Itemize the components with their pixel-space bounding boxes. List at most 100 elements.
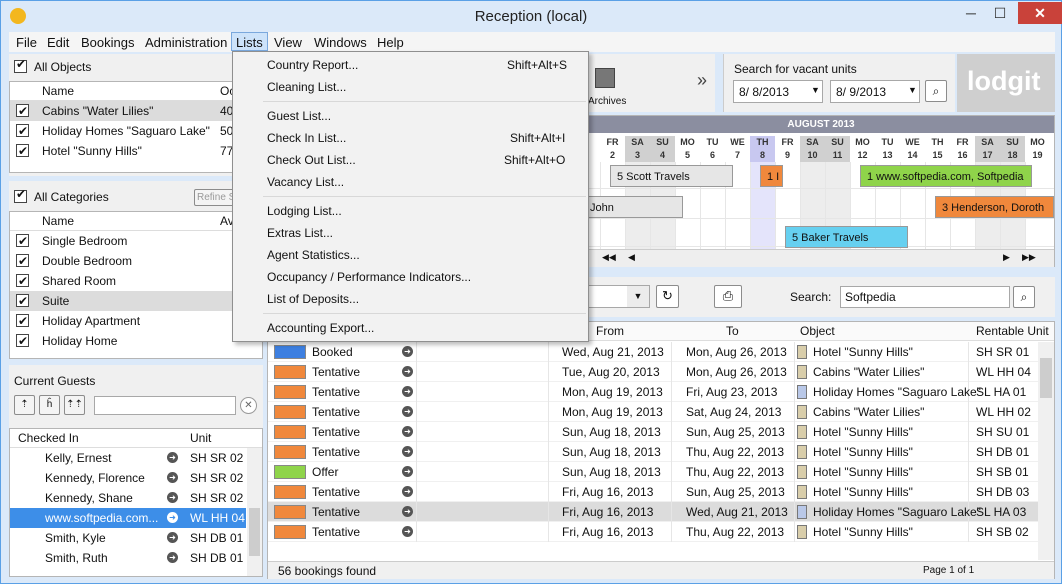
category-checkbox[interactable] (16, 331, 29, 351)
scrollbar-thumb[interactable] (1040, 358, 1052, 398)
vacancy-to-date[interactable]: 8/ 9/2013 (830, 80, 920, 103)
calendar-booking-bar[interactable]: 3 Henderson, Doroth (935, 196, 1054, 218)
vacancy-from-date[interactable]: 8/ 8/2013 (733, 80, 823, 103)
menu-view[interactable]: View (274, 33, 302, 52)
archives-icon[interactable] (595, 68, 615, 88)
booking-row[interactable]: Tentative ➜ Mon, Aug 19, 2013 Fri, Aug 23, … (268, 382, 1038, 402)
object-checkbox[interactable] (16, 101, 29, 121)
guest-row[interactable]: Smith, Ruth ➜ SH DB 01 (10, 548, 246, 568)
bookings-scrollbar[interactable] (1038, 342, 1054, 560)
guest-search-input[interactable] (94, 396, 236, 415)
menu-occupancy-indicators[interactable]: Occupancy / Performance Indicators... (267, 267, 471, 287)
booking-row[interactable]: Tentative ➜ Fri, Aug 16, 2013 Thu, Aug 22, … (268, 522, 1038, 542)
guest-row[interactable]: www.softpedia.com... ➜ WL HH 04 (10, 508, 246, 528)
object-checkbox[interactable] (16, 121, 29, 141)
object-row[interactable]: Cabins "Water Lilies" 40 (10, 101, 262, 121)
menu-accounting-export[interactable]: Accounting Export... (267, 318, 374, 338)
search-icon[interactable]: ⌕ (1013, 286, 1035, 308)
booking-row[interactable]: Offer ➜ Sun, Aug 18, 2013 Thu, Aug 22, 2013… (268, 462, 1038, 482)
menu-file[interactable]: File (16, 33, 37, 52)
minimize-button[interactable]: ─ (956, 2, 986, 24)
chevron-down-icon[interactable]: ▼ (627, 286, 649, 307)
arrow-right-icon[interactable]: ➜ (167, 532, 178, 543)
arrow-right-icon[interactable]: ➜ (402, 506, 413, 517)
all-objects-checkbox[interactable] (14, 57, 27, 73)
calendar-booking-bar[interactable]: John (583, 196, 683, 218)
booking-row[interactable]: Tentative ➜ Mon, Aug 19, 2013 Sat, Aug 24, … (268, 402, 1038, 422)
filter-dropdown[interactable]: ▼ (587, 285, 650, 308)
archives-label[interactable]: Archives (588, 96, 626, 107)
more-toolbar-icon[interactable]: » (697, 70, 707, 91)
chevron-down-icon[interactable]: ▼ (908, 85, 917, 95)
arrow-right-icon[interactable]: ➜ (167, 492, 178, 503)
menu-lodging-list[interactable]: Lodging List... (267, 201, 342, 221)
all-categories-checkbox[interactable] (14, 187, 27, 203)
arrow-right-icon[interactable]: ➜ (402, 446, 413, 457)
arrow-right-icon[interactable]: ➜ (167, 512, 178, 523)
calendar-booking-bar[interactable]: 5 Baker Travels (785, 226, 908, 248)
calendar-booking-bar[interactable]: 1 I (760, 165, 783, 187)
category-checkbox[interactable] (16, 291, 29, 311)
arrow-right-icon[interactable]: ➜ (402, 366, 413, 377)
vacancy-search-button[interactable]: ⌕ (925, 80, 947, 102)
booking-row[interactable]: Tentative ➜ Tue, Aug 20, 2013 Mon, Aug 26, … (268, 362, 1038, 382)
clear-search-icon[interactable]: ✕ (240, 397, 257, 414)
object-checkbox[interactable] (16, 141, 29, 161)
object-row[interactable]: Holiday Homes "Saguaro Lake" 50 (10, 121, 262, 141)
checked-in-header[interactable]: Checked In (18, 429, 79, 448)
arrow-right-icon[interactable]: ➜ (167, 472, 178, 483)
arrow-right-icon[interactable]: ➜ (167, 552, 178, 563)
menu-agent-statistics[interactable]: Agent Statistics... (267, 245, 360, 265)
scrollbar-thumb[interactable] (249, 508, 260, 556)
menu-windows[interactable]: Windows (314, 33, 367, 52)
arrow-right-icon[interactable]: ➜ (402, 386, 413, 397)
arrow-right-icon[interactable]: ➜ (402, 426, 413, 437)
refresh-icon[interactable]: ↻ (656, 285, 679, 308)
category-checkbox[interactable] (16, 251, 29, 271)
category-row[interactable]: Suite (10, 291, 262, 311)
menu-administration[interactable]: Administration (145, 33, 227, 52)
booking-row[interactable]: Tentative ➜ Fri, Aug 16, 2013 Wed, Aug 21, … (268, 502, 1038, 522)
menu-cleaning-list[interactable]: Cleaning List... (267, 77, 346, 97)
category-row[interactable]: Double Bedroom (10, 251, 262, 271)
from-header[interactable]: From (596, 322, 624, 341)
menu-lists[interactable]: Lists (231, 32, 268, 51)
guest-row[interactable]: Kennedy, Shane ➜ SH SR 02 (10, 488, 246, 508)
menu-extras-list[interactable]: Extras List... (267, 223, 333, 243)
category-row[interactable]: Holiday Apartment (10, 311, 262, 331)
scroll-right-double-icon[interactable]: ▶▶ (1022, 252, 1036, 263)
guest-row[interactable]: Smith, Kyle ➜ SH DB 01 (10, 528, 246, 548)
arrow-right-icon[interactable]: ➜ (402, 466, 413, 477)
arrow-right-icon[interactable]: ➜ (402, 346, 413, 357)
unit-header[interactable]: Unit (190, 429, 211, 448)
arrow-right-icon[interactable]: ➜ (402, 406, 413, 417)
menu-bookings[interactable]: Bookings (81, 33, 134, 52)
menu-country-report[interactable]: Country Report... (267, 55, 358, 75)
menu-edit[interactable]: Edit (47, 33, 69, 52)
category-row[interactable]: Shared Room (10, 271, 262, 291)
to-header[interactable]: To (726, 322, 739, 341)
objects-name-header[interactable]: Name (42, 82, 74, 101)
category-checkbox[interactable] (16, 311, 29, 331)
calendar-scrollbar[interactable]: ◀◀ ◀ ▶ ▶▶ (588, 249, 1054, 267)
categories-name-header[interactable]: Name (42, 212, 74, 231)
menu-vacancy-list[interactable]: Vacancy List... (267, 172, 344, 192)
guest-info-icon[interactable]: ĥ (39, 395, 60, 415)
calendar-booking-bar[interactable]: 5 Scott Travels (610, 165, 733, 187)
group-check-in-icon[interactable]: ⇡⇡ (64, 395, 85, 415)
chevron-down-icon[interactable]: ▼ (811, 85, 820, 95)
category-checkbox[interactable] (16, 231, 29, 251)
category-row[interactable]: Single Bedroom (10, 231, 262, 251)
menu-guest-list[interactable]: Guest List... (267, 106, 331, 126)
arrow-right-icon[interactable]: ➜ (402, 526, 413, 537)
menu-list-of-deposits[interactable]: List of Deposits... (267, 289, 359, 309)
check-in-guest-icon[interactable]: ⇡ (14, 395, 35, 415)
calendar-booking-bar[interactable]: 1 www.softpedia.com, Softpedia (860, 165, 1032, 187)
object-row[interactable]: Hotel "Sunny Hills" 77 (10, 141, 262, 161)
booking-row[interactable]: Booked ➜ Wed, Aug 21, 2013 Mon, Aug 26, 201… (268, 342, 1038, 362)
scroll-right-icon[interactable]: ▶ (1003, 252, 1010, 263)
rentable-unit-header[interactable]: Rentable Unit (976, 322, 1049, 341)
close-button[interactable]: ✕ (1018, 2, 1062, 24)
category-row[interactable]: Holiday Home (10, 331, 262, 351)
print-icon[interactable]: ⎙ (714, 285, 742, 308)
